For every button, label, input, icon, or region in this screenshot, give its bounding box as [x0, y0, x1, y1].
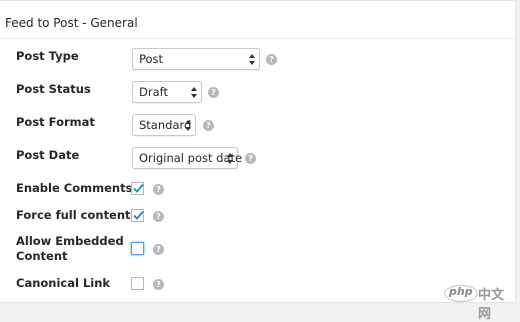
- watermark-logo-text: php: [449, 285, 473, 298]
- post-status-row: Post Status Draft ?: [0, 81, 515, 105]
- watermark: php 中文网: [444, 284, 514, 322]
- post-date-select[interactable]: Original post date: [132, 147, 242, 169]
- select-arrows-icon: [227, 152, 233, 165]
- checkmark-icon: [133, 210, 144, 220]
- post-format-value: Standard: [139, 118, 192, 132]
- post-type-select[interactable]: Post: [132, 48, 260, 70]
- post-date-label: Post Date: [16, 148, 80, 162]
- post-type-value: Post: [139, 52, 164, 66]
- enable-comments-row: Enable Comments ?: [0, 181, 515, 197]
- post-format-label: Post Format: [16, 115, 95, 129]
- select-arrows-icon: [191, 86, 197, 99]
- select-arrows-icon: [185, 119, 191, 132]
- panel-title: Feed to Post - General: [5, 16, 138, 30]
- force-full-content-row: Force full content ?: [0, 208, 515, 224]
- post-type-row: Post Type Post ?: [0, 48, 515, 72]
- help-icon[interactable]: ?: [153, 211, 164, 222]
- enable-comments-label: Enable Comments: [16, 181, 133, 195]
- allow-embedded-content-row: Allow Embedded Content ?: [0, 234, 515, 266]
- select-arrows-icon: [249, 53, 255, 66]
- help-icon[interactable]: ?: [208, 87, 219, 98]
- help-icon[interactable]: ?: [245, 153, 256, 164]
- post-status-select[interactable]: Draft: [132, 81, 202, 103]
- post-format-select[interactable]: Standard: [132, 114, 196, 136]
- panel-header: Feed to Post - General: [0, 1, 515, 39]
- post-status-label: Post Status: [16, 82, 91, 96]
- canonical-link-row: Canonical Link ?: [0, 276, 515, 292]
- allow-embedded-content-label-line2: Content: [16, 249, 68, 263]
- help-icon[interactable]: ?: [153, 184, 164, 195]
- post-format-row: Post Format Standard ?: [0, 114, 515, 138]
- enable-comments-checkbox[interactable]: [131, 182, 144, 195]
- post-type-label: Post Type: [16, 49, 79, 63]
- help-icon[interactable]: ?: [153, 244, 164, 255]
- post-date-row: Post Date Original post date ?: [0, 147, 515, 171]
- allow-embedded-content-checkbox[interactable]: [131, 242, 144, 255]
- force-full-content-label: Force full content: [16, 208, 131, 222]
- post-status-value: Draft: [139, 85, 168, 99]
- watermark-text: 中文网: [478, 288, 505, 322]
- help-icon[interactable]: ?: [266, 54, 277, 65]
- checkmark-icon: [133, 183, 144, 193]
- canonical-link-label: Canonical Link: [16, 276, 111, 290]
- settings-panel: Feed to Post - General Post Type Post ? …: [0, 0, 516, 303]
- force-full-content-checkbox[interactable]: [131, 209, 144, 222]
- allow-embedded-content-label: Allow Embedded: [16, 234, 124, 248]
- canonical-link-checkbox[interactable]: [131, 277, 144, 290]
- help-icon[interactable]: ?: [203, 120, 214, 131]
- help-icon[interactable]: ?: [153, 279, 164, 290]
